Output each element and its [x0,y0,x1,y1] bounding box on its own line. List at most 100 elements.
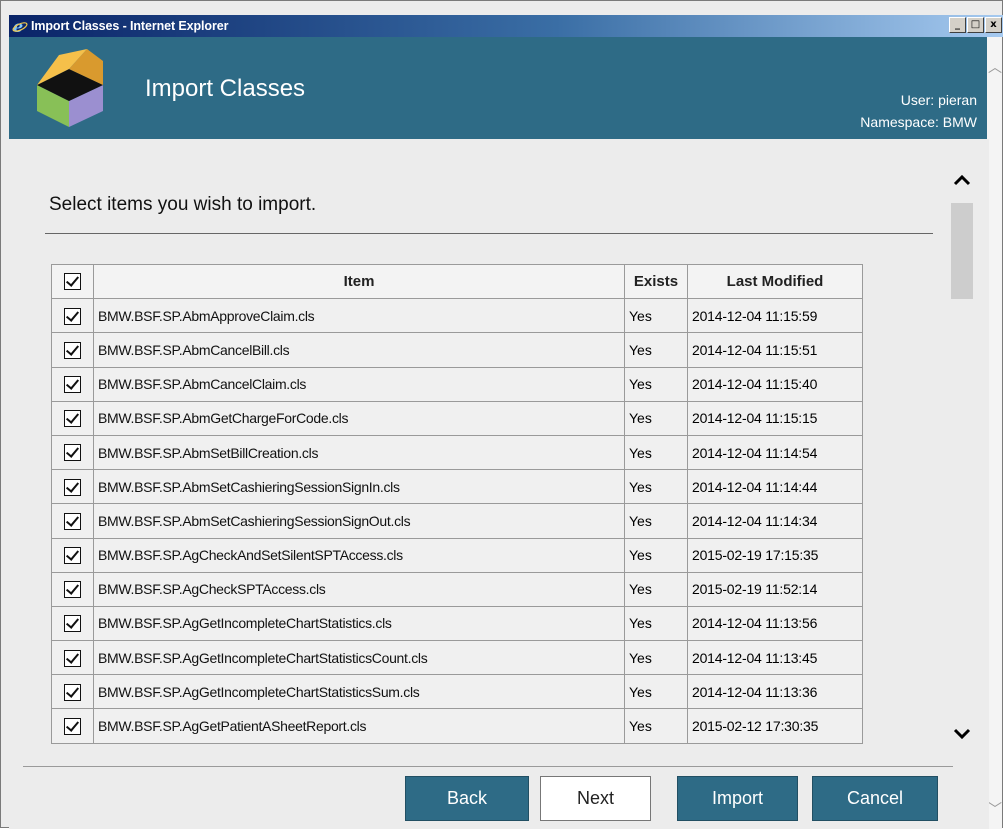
row-checkbox[interactable] [64,410,81,428]
row-checkbox-cell [51,605,94,642]
import-button[interactable]: Import [677,776,798,821]
exists-value: Yes [624,640,688,676]
row-checkbox-cell [51,708,94,744]
item-name: BMW.BSF.SP.AbmCancelBill.cls [93,332,625,368]
column-header-exists[interactable]: Exists [624,263,688,300]
item-name: BMW.BSF.SP.AgGetIncompleteChartStatistic… [93,605,625,642]
column-header-last-modified[interactable]: Last Modified [687,263,863,300]
isometric-box-logo [37,49,103,127]
table-row[interactable]: BMW.BSF.SP.AgGetIncompleteChartStatistic… [51,605,863,642]
exists-value: Yes [624,571,688,607]
table-row[interactable]: BMW.BSF.SP.AgGetIncompleteChartStatistic… [51,674,863,710]
exists-value: Yes [624,537,688,573]
row-checkbox[interactable] [64,376,81,394]
table-row[interactable]: BMW.BSF.SP.AgGetPatientASheetReport.cls Y… [51,708,863,744]
item-name: BMW.BSF.SP.AbmGetChargeForCode.cls [93,400,625,436]
table-row[interactable]: BMW.BSF.SP.AbmGetChargeForCode.cls Yes 201… [51,400,863,436]
item-name: BMW.BSF.SP.AbmApproveClaim.cls [93,298,625,334]
item-name: BMW.BSF.SP.AgCheckAndSetSilentSPTAccess.… [93,537,625,573]
chevron-down-icon[interactable] [953,725,971,746]
last-modified-value: 2014-12-04 11:15:51 [687,332,863,368]
item-name: BMW.BSF.SP.AbmSetBillCreation.cls [93,434,625,471]
divider [45,233,933,234]
chevron-down-icon[interactable]: ﹀ [988,799,1002,819]
table-row[interactable]: BMW.BSF.SP.AbmSetCashieringSessionSignIn… [51,469,863,505]
table-row[interactable]: BMW.BSF.SP.AbmSetBillCreation.cls Yes 2014… [51,434,863,471]
user-info: User: pieran Namespace: BMW [860,89,977,133]
item-name: BMW.BSF.SP.AgGetPatientASheetReport.cls [93,708,625,744]
table-header-row: Item Exists Last Modified [51,263,863,300]
select-all-cell [51,263,94,300]
row-checkbox-cell [51,400,94,436]
column-header-item[interactable]: Item [93,263,625,300]
last-modified-value: 2014-12-04 11:15:59 [687,298,863,334]
scrollbar-thumb[interactable] [951,203,973,299]
minimize-button[interactable]: _ [949,17,966,33]
next-button[interactable]: Next [540,776,651,821]
table-row[interactable]: BMW.BSF.SP.AgGetIncompleteChartStatistic… [51,640,863,676]
last-modified-value: 2014-12-04 11:13:36 [687,674,863,710]
exists-value: Yes [624,605,688,642]
window-title: Import Classes - Internet Explorer [31,19,229,33]
user-label: User: pieran [900,92,977,108]
last-modified-value: 2014-12-04 11:14:54 [687,434,863,471]
item-name: BMW.BSF.SP.AgGetIncompleteChartStatistic… [93,640,625,676]
list-scrollbar[interactable] [947,169,977,765]
row-checkbox[interactable] [64,512,81,530]
row-checkbox-cell [51,332,94,368]
select-all-checkbox[interactable] [64,273,81,291]
last-modified-value: 2015-02-19 11:52:14 [687,571,863,607]
exists-value: Yes [624,400,688,436]
row-checkbox[interactable] [64,341,81,359]
row-checkbox-cell [51,366,94,402]
row-checkbox-cell [51,571,94,607]
table-row[interactable]: BMW.BSF.SP.AbmCancelClaim.cls Yes 2014-12-… [51,366,863,402]
chevron-up-icon[interactable]: ︿ [988,57,1002,77]
browser-scrollbar[interactable]: ︿ ﹀ [987,37,1002,829]
row-checkbox-cell [51,674,94,710]
last-modified-value: 2015-02-12 17:30:35 [687,708,863,744]
exists-value: Yes [624,366,688,402]
last-modified-value: 2014-12-04 11:15:15 [687,400,863,436]
row-checkbox[interactable] [64,649,81,667]
back-button[interactable]: Back [405,776,529,821]
maximize-button[interactable]: □ [967,17,984,33]
exists-value: Yes [624,674,688,710]
item-name: BMW.BSF.SP.AbmSetCashieringSessionSignOu… [93,503,625,539]
table-row[interactable]: BMW.BSF.SP.AbmApproveClaim.cls Yes 2014-12… [51,298,863,334]
last-modified-value: 2014-12-04 11:13:56 [687,605,863,642]
chevron-up-icon[interactable] [953,171,971,192]
row-checkbox-cell [51,537,94,573]
exists-value: Yes [624,332,688,368]
row-checkbox-cell [51,469,94,505]
row-checkbox-cell [51,434,94,471]
close-button[interactable]: x [985,17,1002,33]
exists-value: Yes [624,434,688,471]
row-checkbox[interactable] [64,717,81,735]
window-controls: _ □ x [949,17,1002,33]
last-modified-value: 2014-12-04 11:13:45 [687,640,863,676]
exists-value: Yes [624,298,688,334]
title-bar: e Import Classes - Internet Explorer _ □… [9,15,1003,37]
last-modified-value: 2014-12-04 11:14:34 [687,503,863,539]
row-checkbox[interactable] [64,307,81,325]
table-row[interactable]: BMW.BSF.SP.AgCheckSPTAccess.cls Yes 2015-0… [51,571,863,607]
row-checkbox[interactable] [64,581,81,599]
row-checkbox-cell [51,503,94,539]
row-checkbox[interactable] [64,546,81,564]
table-row[interactable]: BMW.BSF.SP.AbmSetCashieringSessionSignOu… [51,503,863,539]
table-row[interactable]: BMW.BSF.SP.AgCheckAndSetSilentSPTAccess.… [51,537,863,573]
row-checkbox[interactable] [64,444,81,462]
internet-explorer-icon: e [11,17,29,35]
exists-value: Yes [624,503,688,539]
row-checkbox[interactable] [64,478,81,496]
browser-window: e Import Classes - Internet Explorer _ □… [0,0,1003,829]
table-row[interactable]: BMW.BSF.SP.AbmCancelBill.cls Yes 2014-12-0… [51,332,863,368]
exists-value: Yes [624,708,688,744]
row-checkbox[interactable] [64,683,81,701]
row-checkbox[interactable] [64,615,81,633]
last-modified-value: 2014-12-04 11:15:40 [687,366,863,402]
cancel-button[interactable]: Cancel [812,776,938,821]
last-modified-value: 2015-02-19 17:15:35 [687,537,863,573]
app-header: Import Classes User: pieran Namespace: B… [9,37,989,139]
